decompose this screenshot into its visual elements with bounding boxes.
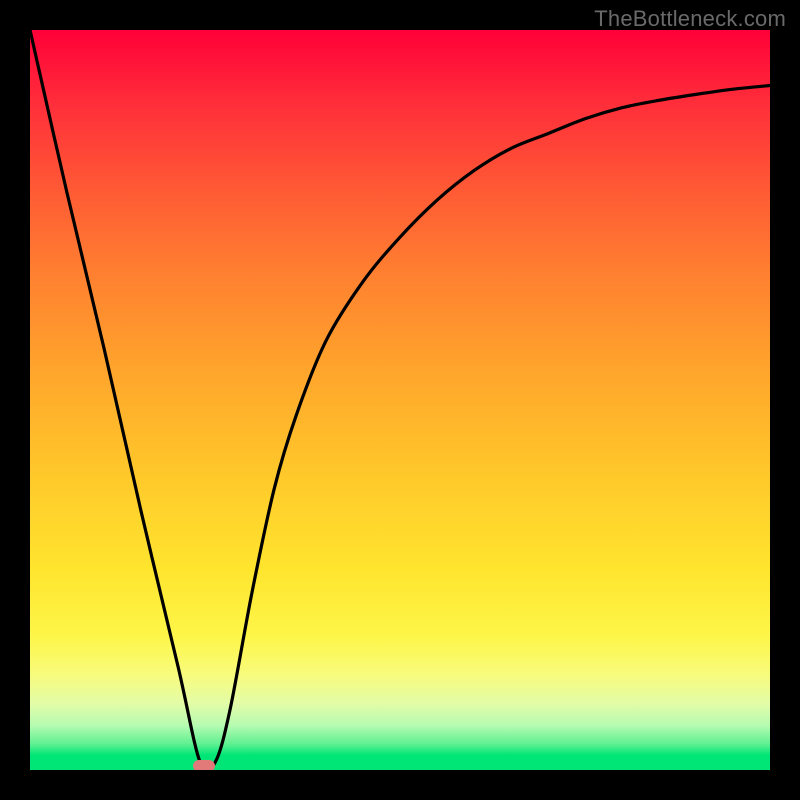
optimum-marker [193, 760, 215, 770]
bottleneck-curve [30, 30, 770, 770]
plot-area [30, 30, 770, 770]
attribution-text: TheBottleneck.com [594, 6, 786, 32]
chart-frame: TheBottleneck.com [0, 0, 800, 800]
